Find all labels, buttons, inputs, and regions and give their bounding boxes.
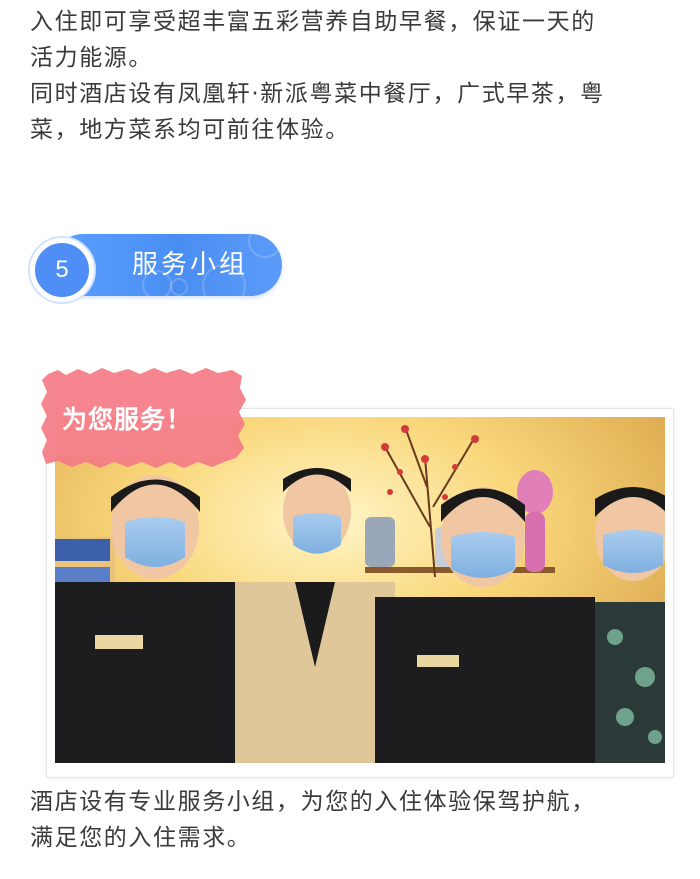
section-title: 服务小组 — [132, 250, 249, 280]
service-paragraph: 酒店设有专业服务小组，为您的入住体验保驾护航， 满足您的入住需求。 — [30, 784, 680, 856]
section-heading-badge: 5 服务小组 — [30, 232, 284, 302]
photo-tag: 为您服务！ — [36, 366, 250, 472]
service-line: 满足您的入住需求。 — [30, 825, 252, 851]
intro-line: 活力能源。 — [30, 45, 153, 71]
service-line: 酒店设有专业服务小组，为您的入住体验保驾护航， — [30, 789, 596, 815]
intro-line: 同时酒店设有凤凰轩·新派粤菜中餐厅，广式早茶，粤 — [30, 81, 605, 107]
photo-tag-text: 为您服务！ — [62, 405, 193, 434]
section-number: 5 — [30, 238, 94, 302]
intro-line: 菜，地方菜系均可前往体验。 — [30, 117, 350, 143]
intro-line: 入住即可享受超丰富五彩营养自助早餐，保证一天的 — [30, 9, 596, 35]
intro-paragraph: 入住即可享受超丰富五彩营养自助早餐，保证一天的 活力能源。 同时酒店设有凤凰轩·… — [30, 4, 680, 148]
